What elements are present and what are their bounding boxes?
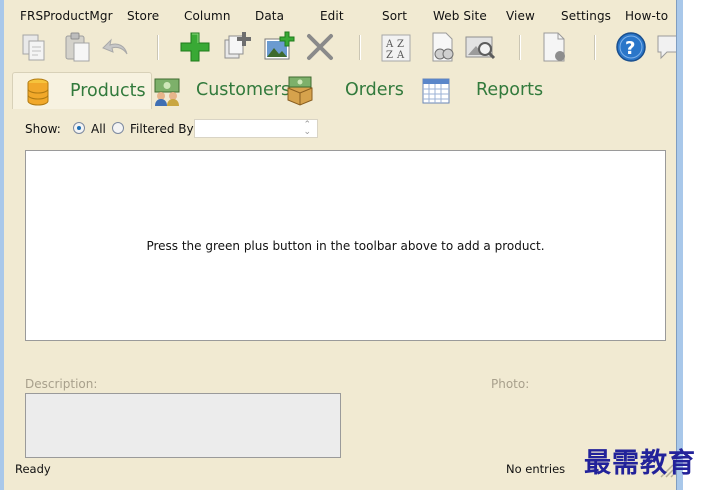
menu-data[interactable]: Data [255,9,284,23]
tab-orders-label: Orders [345,80,404,100]
tab-customers-label: Customers [196,80,291,100]
tab-products-label: Products [70,81,146,101]
database-icon [23,77,53,107]
app-window: FRSProductMgr Store Column Data Edit Sor… [0,0,683,490]
photo-label: Photo: [491,377,530,391]
copy-icon[interactable] [17,30,51,64]
menu-view[interactable]: View [506,9,535,23]
sort-az-icon[interactable]: AZZA [378,30,412,64]
svg-text:A: A [396,50,405,61]
tab-bar: Products Customers Orders Reports [8,70,677,109]
toolbar-separator [157,35,159,60]
tab-orders[interactable]: Orders [285,72,415,108]
menu-frsproductmgr[interactable]: FRSProductMgr [20,9,113,23]
description-label: Description: [25,377,98,391]
undo-icon[interactable] [100,30,134,64]
reports-icon [421,76,451,106]
menu-sort[interactable]: Sort [382,9,407,23]
watermark: 最需教育 [584,448,696,479]
menu-store[interactable]: Store [127,9,159,23]
orders-icon [285,76,315,106]
tab-products[interactable]: Products [12,72,152,109]
menu-edit[interactable]: Edit [320,9,344,23]
filter-dropdown[interactable]: ⌃ ⌄ [194,119,318,138]
tab-reports[interactable]: Reports [415,72,555,108]
menu-website[interactable]: Web Site [433,9,487,23]
status-text: Ready [15,462,51,476]
show-label: Show: [25,122,61,136]
product-list[interactable]: Press the green plus button in the toolb… [25,150,666,341]
menu-bar: FRSProductMgr Store Column Data Edit Sor… [8,6,677,26]
svg-text:Z: Z [397,39,404,50]
updown-arrow-icon: ⌃ ⌄ [303,120,311,137]
radio-all[interactable] [73,122,85,134]
menu-how-to[interactable]: How-to [625,9,668,23]
add-product-icon[interactable] [178,30,212,64]
tab-customers[interactable]: Customers [150,72,290,108]
svg-text:Z: Z [386,50,393,61]
add-image-icon[interactable] [261,30,295,64]
toolbar-separator [519,35,521,60]
radio-all-label: All [91,122,106,136]
empty-list-message: Press the green plus button in the toolb… [146,239,545,253]
image-search-icon[interactable] [463,30,497,64]
toolbar-separator [359,35,361,60]
entries-count: No entries [506,462,566,476]
feedback-icon[interactable] [654,30,683,64]
delete-icon[interactable] [303,30,337,64]
radio-filtered-label: Filtered By [130,122,194,136]
description-field[interactable] [25,393,341,458]
svg-text:?: ? [625,38,635,59]
help-icon[interactable]: ? [614,30,648,64]
find-icon[interactable] [425,30,459,64]
toolbar-separator [594,35,596,60]
paste-icon[interactable] [60,30,94,64]
toolbar: AZZA ? [8,26,681,68]
publish-icon[interactable] [538,30,572,64]
duplicate-icon[interactable] [219,30,253,64]
radio-filtered-by[interactable] [112,122,124,134]
menu-column[interactable]: Column [184,9,231,23]
customers-icon [152,76,182,106]
tab-reports-label: Reports [476,80,544,100]
svg-text:A: A [385,39,394,50]
menu-settings[interactable]: Settings [561,9,611,23]
